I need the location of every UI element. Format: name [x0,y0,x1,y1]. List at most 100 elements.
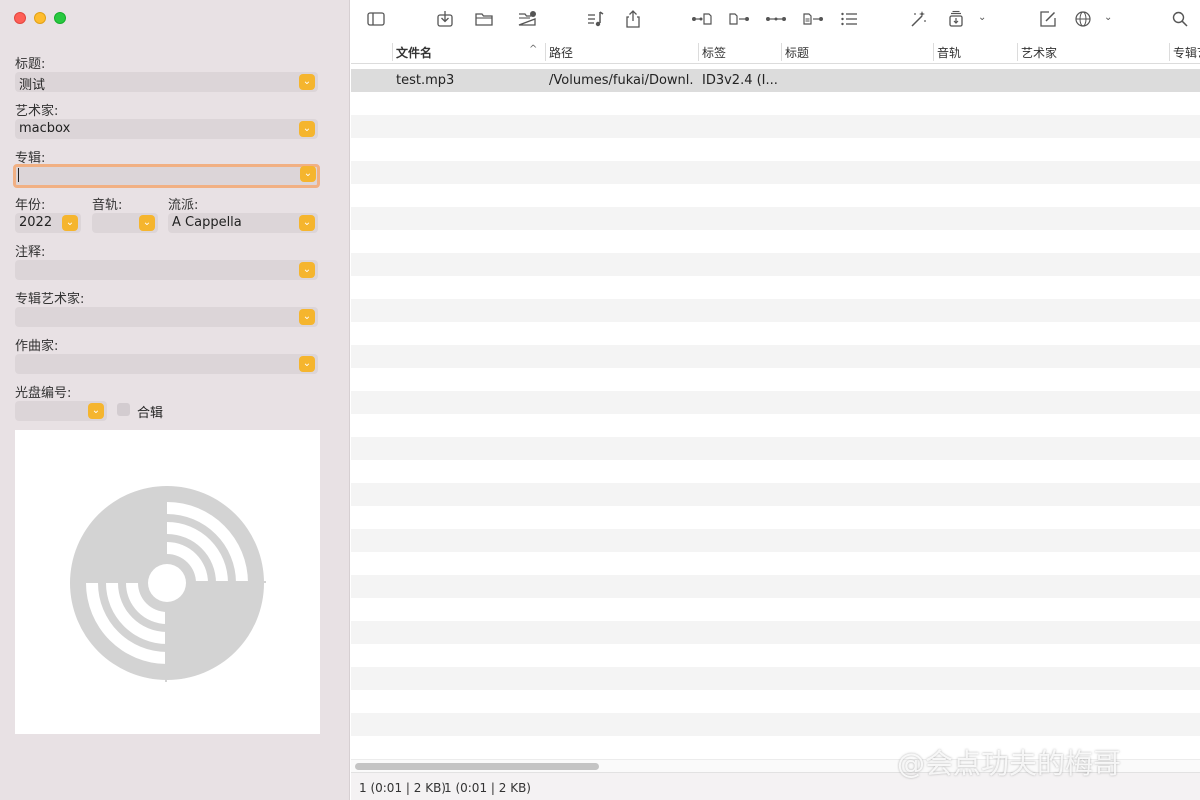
globe-icon[interactable] [1072,8,1094,30]
comment-label: 注释: [15,245,46,260]
empty-row [351,299,1200,322]
track-field[interactable]: ⌄ [92,213,158,233]
chevron-down-icon[interactable]: ⌄ [299,215,315,231]
text-to-tag-icon[interactable] [800,8,826,30]
column-separator [698,43,699,61]
add-folder-icon[interactable] [516,8,538,30]
disc-placeholder-icon [70,486,266,682]
artist-value: macbox [19,121,71,136]
music-note-icon[interactable] [584,8,606,30]
status-total: 1 (0:01 | 2 KB) [359,781,446,795]
year-label: 年份: [15,198,46,213]
chevron-down-icon[interactable]: ⌄ [139,215,155,231]
column-separator [781,43,782,61]
title-label: 标题: [15,57,46,72]
scrollbar-thumb[interactable] [355,763,599,770]
column-separator [933,43,934,61]
column-header-filename[interactable]: 文件名 [396,44,526,61]
export-icon[interactable] [945,8,967,30]
empty-row [351,368,1200,391]
empty-row [351,138,1200,161]
album-artist-field[interactable]: ⌄ [15,307,318,327]
zoom-window-button[interactable] [54,12,66,24]
compilation-checkbox[interactable] [117,403,130,416]
toolbar: ⌄ ⌄ [351,0,1200,40]
empty-row [351,184,1200,207]
empty-row [351,667,1200,690]
tag-editor-sidebar: 标题: 测试 ⌄ 艺术家: macbox ⌄ 专辑: ⌄ 年份: 音轨: 流派:… [0,0,350,800]
title-value: 测试 [19,78,46,93]
chevron-down-icon[interactable]: ⌄ [299,121,315,137]
column-header-track[interactable]: 音轨 [937,44,1007,61]
empty-row [351,483,1200,506]
text-caret [18,168,19,182]
chevron-down-icon[interactable]: ⌄ [300,166,316,182]
empty-row [351,391,1200,414]
chevron-down-icon[interactable]: ⌄ [299,262,315,278]
album-field[interactable]: ⌄ [13,164,320,188]
genre-value: A Cappella [172,215,242,230]
column-header-tag[interactable]: 标签 [702,44,772,61]
chevron-down-icon[interactable]: ⌄ [299,74,315,90]
chevron-down-icon[interactable]: ⌄ [88,403,104,419]
chevron-down-icon[interactable]: ⌄ [299,356,315,372]
year-value: 2022 [19,215,53,230]
sidebar-toggle-icon[interactable] [365,8,387,30]
search-icon[interactable] [1169,8,1191,30]
column-separator [1017,43,1018,61]
tag-to-tag-icon[interactable] [763,8,789,30]
sort-ascending-icon: ^ [529,44,538,55]
empty-row [351,345,1200,368]
empty-row [351,598,1200,621]
column-separator [1169,43,1170,61]
table-row[interactable]: test.mp3 /Volumes/fukai/Downl... ID3v2.4… [351,69,1200,92]
artist-label: 艺术家: [15,104,59,119]
empty-row [351,207,1200,230]
close-window-button[interactable] [14,12,26,24]
filename-cell: test.mp3 [396,73,455,88]
chevron-down-icon[interactable]: ⌄ [62,215,78,231]
magic-wand-icon[interactable] [907,8,929,30]
status-selected: 1 (0:01 | 2 KB) [444,781,531,795]
minimize-window-button[interactable] [34,12,46,24]
column-header-album-artist[interactable]: 专辑艺 [1173,44,1200,61]
chevron-down-icon[interactable]: ⌄ [1104,12,1112,23]
chevron-down-icon[interactable]: ⌄ [978,12,986,23]
genre-field[interactable]: A Cappella ⌄ [168,213,318,233]
empty-row [351,161,1200,184]
path-cell: /Volumes/fukai/Downl... [549,73,694,88]
empty-row [351,460,1200,483]
column-header-artist[interactable]: 艺术家 [1021,44,1161,61]
comment-field[interactable]: ⌄ [15,260,318,280]
list-icon[interactable] [838,8,860,30]
tag-cell: ID3v2.4 (I... [702,73,778,88]
open-folder-icon[interactable] [473,8,495,30]
empty-row [351,115,1200,138]
year-field[interactable]: 2022 ⌄ [15,213,81,233]
chevron-down-icon[interactable]: ⌄ [299,309,315,325]
edit-icon[interactable] [1037,8,1059,30]
empty-row [351,276,1200,299]
genre-label: 流派: [168,198,199,213]
window-controls [14,12,66,24]
column-separator [392,43,393,61]
share-icon[interactable] [622,8,644,30]
artwork-well[interactable] [15,430,320,734]
tag-to-filename-icon[interactable] [689,8,715,30]
empty-row [351,437,1200,460]
disc-number-field[interactable]: ⌄ [15,401,107,421]
file-table-body: test.mp3 /Volumes/fukai/Downl... ID3v2.4… [351,69,1200,759]
column-separator [545,43,546,61]
filename-to-tag-icon[interactable] [726,8,752,30]
column-header-path[interactable]: 路径 [549,44,689,61]
artist-field[interactable]: macbox ⌄ [15,119,318,139]
column-header-title[interactable]: 标题 [785,44,925,61]
import-icon[interactable] [434,8,456,30]
empty-row [351,506,1200,529]
title-field[interactable]: 测试 ⌄ [15,72,318,93]
composer-field[interactable]: ⌄ [15,354,318,374]
table-header: 文件名 ^ 路径 标签 标题 音轨 艺术家 专辑艺 [351,40,1200,64]
watermark-text: @会点功夫的梅哥 [897,747,1122,780]
empty-row [351,414,1200,437]
empty-row [351,644,1200,667]
